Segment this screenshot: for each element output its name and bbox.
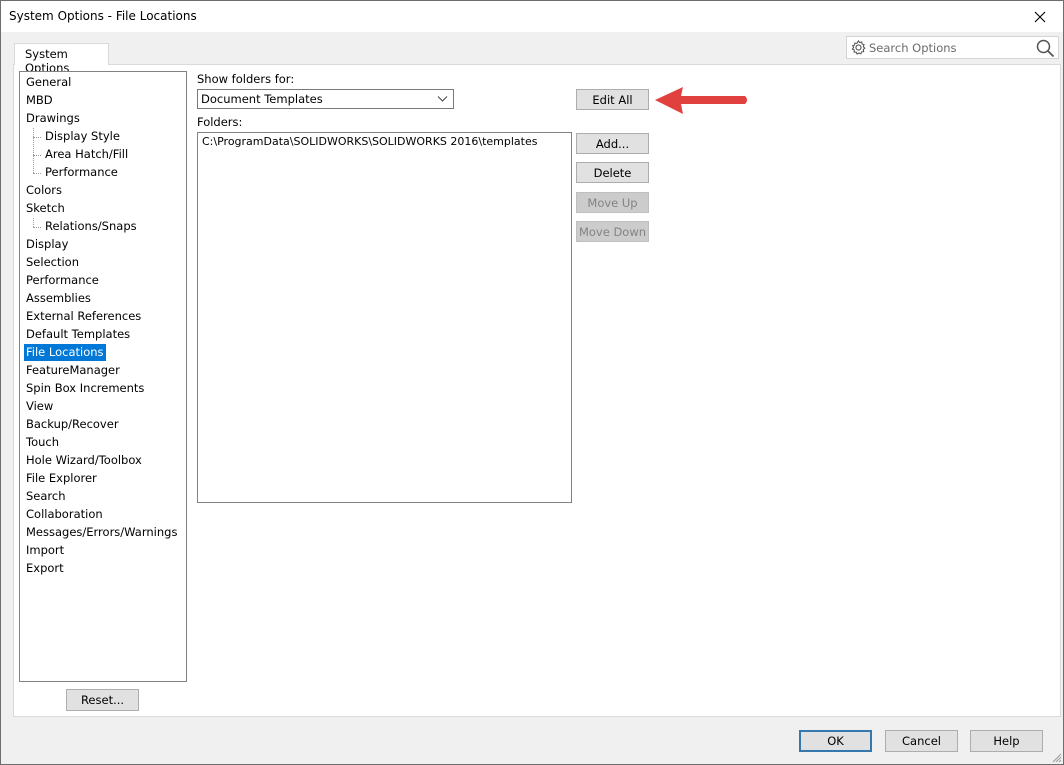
tree-item[interactable]: Touch: [24, 434, 61, 451]
tree-connector: [33, 137, 41, 138]
tab-system-options[interactable]: System Options: [14, 43, 109, 75]
ok-label: OK: [827, 734, 844, 748]
tree-item[interactable]: Messages/Errors/Warnings: [24, 524, 179, 541]
tree-item[interactable]: Drawings: [24, 110, 82, 127]
tree-item[interactable]: File Explorer: [24, 470, 99, 487]
move-up-label: Move Up: [587, 195, 638, 210]
tree-item[interactable]: Colors: [24, 182, 64, 199]
tree-item[interactable]: Hole Wizard/Toolbox: [24, 452, 144, 469]
tree-item[interactable]: Display: [24, 236, 70, 253]
ok-button[interactable]: OK: [799, 730, 872, 752]
tree-item[interactable]: Area Hatch/Fill: [43, 146, 130, 163]
tree-item[interactable]: Relations/Snaps: [43, 218, 139, 235]
tree-connector: [33, 155, 41, 156]
tree-connector: [33, 218, 34, 227]
tree-item[interactable]: Performance: [43, 164, 120, 181]
search-options-input[interactable]: Search Options: [846, 36, 1059, 59]
tree-item[interactable]: Spin Box Increments: [24, 380, 146, 397]
tree-item[interactable]: File Locations: [24, 344, 106, 361]
tree-item[interactable]: Assemblies: [24, 290, 93, 307]
tree-item[interactable]: Backup/Recover: [24, 416, 121, 433]
reset-button[interactable]: Reset...: [66, 689, 139, 711]
folder-list-item[interactable]: C:\ProgramData\SOLIDWORKS\SOLIDWORKS 201…: [202, 135, 537, 148]
help-label: Help: [993, 734, 1020, 748]
tree-connector: [33, 173, 41, 174]
cancel-label: Cancel: [902, 734, 941, 748]
tree-item[interactable]: Default Templates: [24, 326, 132, 343]
show-folders-select[interactable]: Document Templates: [197, 89, 454, 109]
delete-button[interactable]: Delete: [576, 162, 649, 183]
tree-item[interactable]: Sketch: [24, 200, 67, 217]
tree-item[interactable]: MBD: [24, 92, 55, 109]
edit-all-label: Edit All: [592, 92, 633, 107]
folders-label: Folders:: [197, 115, 243, 129]
add-label: Add...: [595, 136, 630, 151]
tree-item[interactable]: Selection: [24, 254, 81, 271]
edit-all-button[interactable]: Edit All: [576, 89, 649, 110]
help-button[interactable]: Help: [970, 730, 1043, 752]
options-tree[interactable]: General MBD Drawings Display Style Area Hatc…: [19, 71, 187, 682]
tree-item[interactable]: FeatureManager: [24, 362, 122, 379]
show-folders-value: Document Templates: [201, 92, 323, 106]
close-button[interactable]: [1017, 1, 1063, 32]
window-title: System Options - File Locations: [9, 9, 197, 23]
show-folders-label: Show folders for:: [197, 72, 295, 86]
folders-list[interactable]: C:\ProgramData\SOLIDWORKS\SOLIDWORKS 201…: [197, 132, 572, 503]
close-icon: [1034, 11, 1046, 22]
cancel-button[interactable]: Cancel: [885, 730, 958, 752]
search-icon[interactable]: [1035, 38, 1055, 58]
move-down-button[interactable]: Move Down: [576, 221, 649, 242]
move-up-button[interactable]: Move Up: [576, 192, 649, 213]
tree-item[interactable]: General: [24, 74, 73, 91]
annotation-arrow-icon: [655, 87, 747, 114]
tree-item[interactable]: Performance: [24, 272, 101, 289]
add-button[interactable]: Add...: [576, 133, 649, 154]
search-placeholder: Search Options: [869, 41, 957, 55]
tree-item[interactable]: Export: [24, 560, 66, 577]
tree-connector: [33, 128, 34, 173]
tree-connector: [33, 227, 41, 228]
delete-label: Delete: [593, 165, 632, 180]
tree-item[interactable]: Collaboration: [24, 506, 105, 523]
gear-icon: [851, 40, 866, 55]
tree-item[interactable]: External References: [24, 308, 143, 325]
chevron-down-icon: [437, 96, 448, 102]
title-bar: System Options - File Locations: [1, 1, 1063, 32]
tree-item[interactable]: Search: [24, 488, 68, 505]
reset-label: Reset...: [80, 693, 125, 707]
move-down-label: Move Down: [578, 224, 647, 239]
resize-grip-icon[interactable]: [1050, 751, 1062, 763]
tree-item[interactable]: View: [24, 398, 55, 415]
system-options-dialog: System Options - File Locations System O…: [0, 0, 1064, 765]
tree-item[interactable]: Display Style: [43, 128, 122, 145]
tree-item[interactable]: Import: [24, 542, 66, 559]
